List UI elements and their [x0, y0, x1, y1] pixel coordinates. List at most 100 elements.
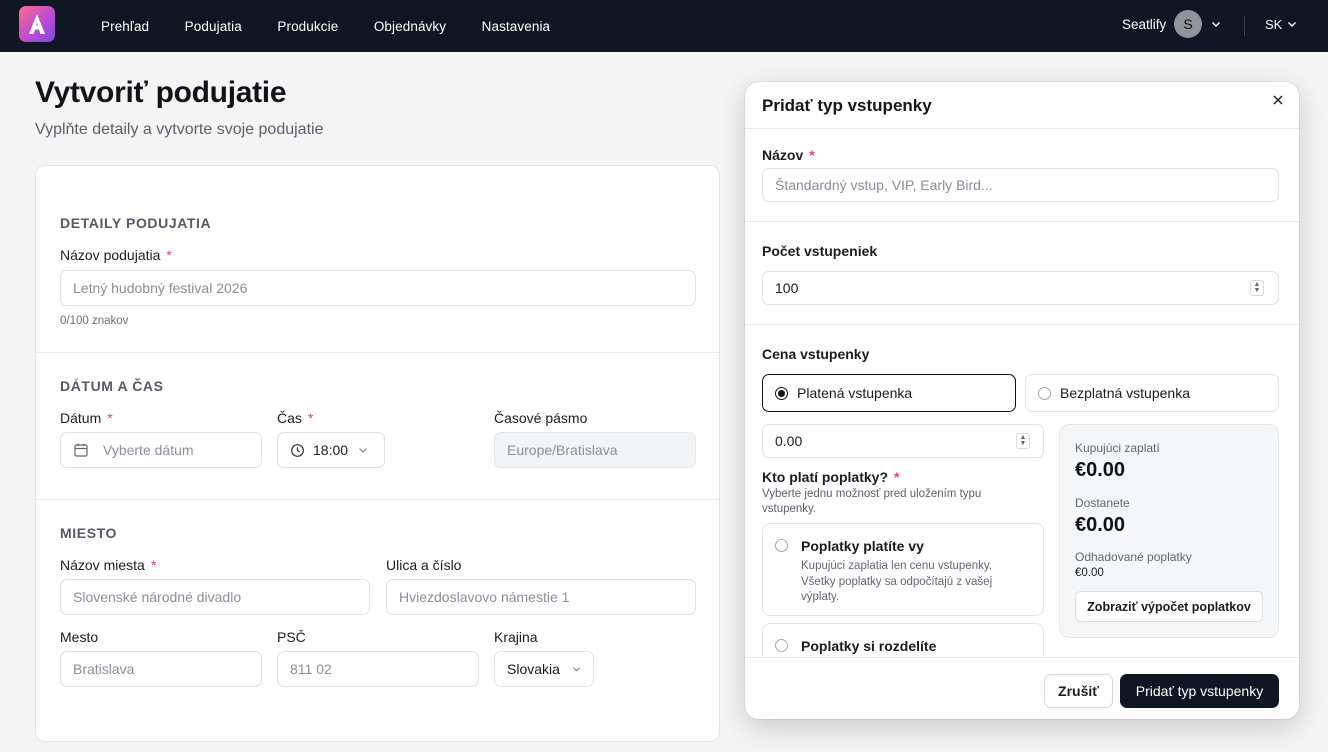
paid-ticket-option[interactable]: Platená vstupenka [762, 374, 1016, 412]
calendar-icon [74, 443, 88, 457]
section-divider [36, 499, 719, 500]
city-placeholder: Bratislava [73, 661, 135, 677]
zip-input[interactable]: 811 02 [277, 651, 479, 687]
nav-item-nastavenia[interactable]: Nastavenia [482, 19, 551, 34]
venue-name-placeholder: Slovenské národné divadlo [73, 589, 242, 605]
event-form-card: DETAILY PODUJATIA Názov podujatia * Letný… [35, 165, 720, 742]
buyer-pays-value: €0.00 [1075, 459, 1126, 481]
number-stepper[interactable]: ▲ ▼ [1250, 280, 1264, 296]
fees-label-text: Kto platí poplatky? [762, 469, 888, 485]
event-name-placeholder: Letný hudobný festival 2026 [73, 280, 248, 296]
char-counter: 0/100 znakov [60, 315, 129, 327]
dialog-footer: Zrušiť Pridať typ vstupenky [745, 657, 1299, 719]
top-navigation-bar: Prehľad Podujatia Produkcie Objednávky N… [0, 0, 1328, 52]
ticket-price-value: 0.00 [775, 433, 803, 449]
section-divider [36, 352, 719, 353]
ticket-name-input[interactable]: Štandardný vstup, VIP, Early Bird... [762, 168, 1279, 202]
show-fee-calculation-button[interactable]: Zobraziť výpočet poplatkov [1075, 591, 1263, 622]
time-picker[interactable]: 18:00 [277, 432, 385, 468]
time-value: 18:00 [313, 442, 349, 458]
date-picker[interactable]: Vyberte dátum [60, 432, 262, 468]
chevron-down-icon[interactable] [1287, 19, 1297, 29]
you-receive-label: Dostanete [1075, 496, 1130, 510]
venue-name-input[interactable]: Slovenské národné divadlo [60, 579, 370, 615]
radio-empty-icon [775, 639, 788, 652]
free-option-label: Bezplatná vstupenka [1060, 385, 1190, 401]
radio-empty-icon [775, 539, 788, 552]
logo-letter-a-icon [29, 14, 45, 34]
street-input[interactable]: Hviezdoslavovo námestie 1 [386, 579, 696, 615]
ticket-count-label: Počet vstupeniek [762, 243, 878, 259]
fee-option-description: Kupujúci zaplatia len cenu vstupenky. Vš… [801, 560, 993, 603]
venue-name-label: Názov miesta * [60, 557, 156, 573]
ticket-count-value: 100 [775, 280, 799, 296]
city-input[interactable]: Bratislava [60, 651, 262, 687]
ticket-price-label: Cena vstupenky [762, 346, 870, 362]
zip-label: PSČ [277, 629, 306, 645]
you-receive-value: €0.00 [1075, 514, 1126, 536]
zip-placeholder: 811 02 [290, 661, 332, 677]
date-label: Dátum * [60, 410, 113, 426]
free-ticket-option[interactable]: Bezplatná vstupenka [1025, 374, 1279, 412]
country-value: Slovakia [507, 661, 560, 677]
radio-selected-icon [775, 386, 788, 400]
event-name-label: Názov podujatia * [60, 247, 172, 263]
country-label: Krajina [494, 629, 538, 645]
add-ticket-type-dialog: Pridať typ vstupenky Názov * Štandardný v… [745, 82, 1299, 719]
chevron-down-icon [572, 667, 581, 672]
cancel-button[interactable]: Zrušiť [1044, 674, 1113, 708]
timezone-label: Časové pásmo [494, 410, 588, 426]
nav-item-objednavky[interactable]: Objednávky [374, 19, 446, 34]
fee-option-you-pay[interactable]: Poplatky platíte vy Kupujúci zaplatia le… [762, 523, 1044, 616]
app-logo[interactable] [19, 6, 55, 42]
chevron-down-icon [359, 448, 367, 453]
venue-name-label-text: Názov miesta [60, 557, 145, 573]
street-placeholder: Hviezdoslavovo námestie 1 [399, 589, 570, 605]
required-marker: * [307, 410, 314, 426]
number-stepper[interactable]: ▲ ▼ [1016, 433, 1030, 449]
date-label-text: Dátum [60, 410, 102, 426]
section-title-details: DETAILY PODUJATIA [60, 215, 212, 231]
nav-item-produkcie[interactable]: Produkcie [277, 19, 338, 34]
fees-hint: Vyberte jednu možnosť pred uložením typu… [762, 488, 982, 515]
event-name-label-text: Názov podujatia [60, 247, 161, 263]
ticket-name-placeholder: Štandardný vstup, VIP, Early Bird... [775, 177, 993, 193]
estimated-fees-label: Odhadované poplatky [1075, 550, 1192, 564]
ticket-count-input[interactable]: 100 ▲ ▼ [762, 271, 1279, 305]
required-marker: * [166, 247, 172, 263]
avatar-initial: S [1183, 16, 1193, 32]
estimated-fees-value: €0.00 [1075, 567, 1104, 579]
required-marker: * [894, 469, 900, 485]
fee-option-title: Poplatky platíte vy [801, 538, 924, 554]
fee-option-title: Poplatky si rozdelíte [801, 638, 937, 654]
required-marker: * [150, 557, 157, 573]
stepper-down-icon: ▼ [1019, 440, 1027, 447]
avatar[interactable]: S [1174, 10, 1202, 38]
country-select[interactable]: Slovakia [494, 651, 594, 687]
price-summary-panel: Kupujúci zaplatí €0.00 Dostanete €0.00 O… [1059, 424, 1279, 638]
add-ticket-type-button[interactable]: Pridať typ vstupenky [1120, 674, 1279, 708]
date-placeholder: Vyberte dátum [103, 442, 194, 458]
dialog-divider [745, 324, 1299, 325]
close-icon[interactable] [1270, 92, 1286, 108]
ticket-price-input[interactable]: 0.00 ▲ ▼ [762, 424, 1044, 458]
required-marker: * [809, 147, 815, 163]
time-label: Čas * [277, 410, 313, 426]
dialog-divider [745, 221, 1299, 222]
nav-item-prehlad[interactable]: Prehľad [101, 19, 149, 34]
page-subtitle: Vyplňte detaily a vytvorte svoje podujat… [35, 121, 324, 138]
organization-name[interactable]: Seatlify [1122, 17, 1166, 32]
language-selector[interactable]: SK [1265, 17, 1282, 32]
ticket-name-label-text: Názov [762, 147, 804, 163]
timezone-field: Europe/Bratislava [494, 432, 696, 468]
paid-option-label: Platená vstupenka [797, 385, 913, 401]
nav-divider [1244, 16, 1245, 36]
ticket-name-label: Názov * [762, 147, 815, 163]
nav-item-podujatia[interactable]: Podujatia [185, 19, 242, 34]
stepper-down-icon: ▼ [1253, 287, 1261, 294]
dialog-title: Pridať typ vstupenky [762, 96, 932, 115]
street-label: Ulica a číslo [386, 557, 462, 573]
event-name-input[interactable]: Letný hudobný festival 2026 [60, 270, 696, 306]
chevron-down-icon[interactable] [1211, 19, 1221, 29]
city-label: Mesto [60, 629, 99, 645]
